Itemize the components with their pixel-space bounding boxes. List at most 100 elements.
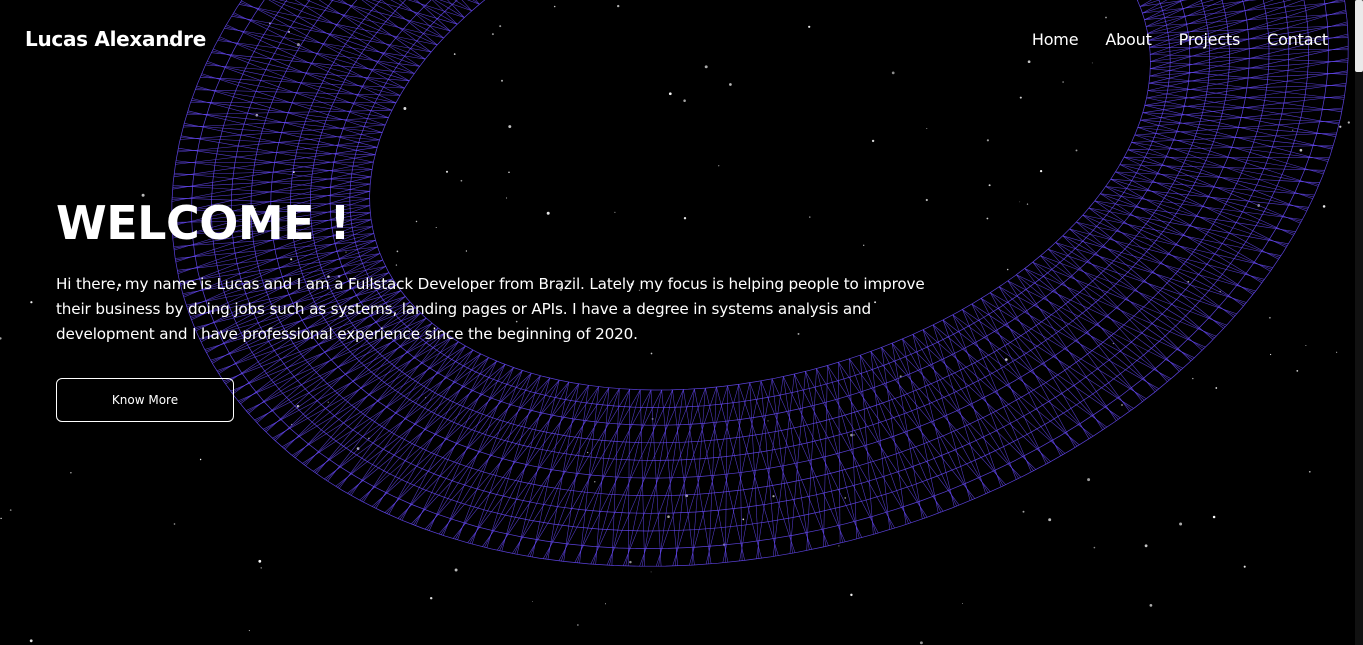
mesh-strand (1076, 221, 1214, 340)
mesh-strand (962, 309, 1032, 473)
star-dot (0, 517, 2, 520)
star-dot (1299, 148, 1303, 152)
star-dot (460, 179, 463, 182)
star-dot (9, 509, 12, 511)
mesh-strand (1124, 156, 1314, 198)
star-dot (1322, 205, 1326, 208)
mesh-strand (859, 355, 976, 499)
nav-projects-link[interactable]: Projects (1179, 30, 1241, 49)
star-dot (1268, 316, 1271, 319)
mesh-strand (794, 373, 879, 534)
star-dot (454, 568, 458, 572)
star-dot (594, 481, 596, 483)
mesh-strand (942, 319, 1049, 464)
hero-title: WELCOME ! (56, 196, 351, 250)
star-dot (742, 518, 745, 521)
nav-contact-link[interactable]: Contact (1267, 30, 1328, 49)
hero-description: Hi there, my name is Lucas and I am a Fu… (56, 275, 925, 343)
star-dot (1149, 604, 1153, 607)
star-dot (1336, 351, 1338, 353)
mesh-strand (1127, 149, 1301, 224)
mesh-strand (542, 389, 641, 559)
star-dot (1039, 169, 1043, 173)
star-dot (1308, 470, 1311, 473)
mesh-strand (727, 385, 779, 556)
know-more-button[interactable]: Know More (56, 378, 234, 422)
star-dot (1347, 121, 1350, 124)
star-dot (604, 603, 607, 605)
mesh-strand (672, 385, 728, 566)
mesh-strand (1100, 193, 1254, 295)
star-dot (767, 420, 769, 422)
star-dot (587, 451, 589, 454)
star-dot (248, 630, 250, 632)
mesh-strand (1094, 200, 1244, 307)
star-dot (1269, 353, 1272, 356)
mesh-strand (348, 353, 481, 495)
mesh-strand (1032, 261, 1182, 371)
star-dot (1292, 129, 1294, 131)
mesh-strand (902, 338, 1036, 470)
star-dot (532, 600, 534, 602)
star-dot (667, 515, 670, 518)
star-dot (258, 559, 262, 563)
mesh-strand (705, 388, 745, 561)
mesh-strand (772, 374, 795, 557)
mesh-strand (399, 367, 514, 520)
mesh-strand (545, 387, 610, 560)
mesh-strand (272, 337, 452, 439)
star-dot (260, 567, 262, 569)
mesh-strand (1094, 200, 1272, 270)
mesh-strand (411, 377, 550, 525)
mesh-strand (971, 303, 1092, 438)
mesh-strand (771, 378, 793, 554)
star-dot (838, 545, 840, 547)
star-dot (1048, 518, 1052, 522)
star-dot (1093, 546, 1096, 549)
star-dot (1243, 565, 1246, 568)
star-dot (0, 337, 2, 340)
mesh-strand (512, 388, 620, 554)
mesh-strand (932, 324, 986, 494)
nav-home-link[interactable]: Home (1032, 30, 1079, 49)
star-dot (650, 352, 653, 355)
star-dot (853, 434, 855, 436)
star-dot (1022, 510, 1025, 513)
mesh-strand (881, 347, 907, 525)
mesh-strand (350, 341, 459, 496)
mesh-strand (558, 389, 652, 561)
star-dot (1339, 125, 1342, 128)
mesh-strand (1016, 274, 1117, 421)
mesh-strand (694, 388, 729, 563)
mesh-strand (424, 380, 560, 530)
star-dot (501, 79, 503, 82)
mesh-strand (579, 386, 599, 564)
star-dot (1062, 81, 1064, 83)
scrollbar-thumb[interactable] (1355, 0, 1363, 72)
main-nav: Home About Projects Contact (1032, 30, 1328, 49)
nav-about-link[interactable]: About (1105, 30, 1152, 49)
star-dot (508, 125, 512, 129)
star-dot (961, 602, 963, 604)
mesh-strand (749, 382, 760, 559)
mesh-strand (1137, 127, 1319, 187)
star-dot (327, 401, 329, 403)
star-dot (683, 99, 686, 102)
mesh-strand (849, 358, 857, 539)
mesh-strand (756, 376, 784, 559)
star-dot (1019, 96, 1022, 99)
mesh-strand (1062, 235, 1256, 292)
star-dot (1087, 478, 1091, 482)
star-dot (1212, 515, 1216, 519)
brand-logo[interactable]: Lucas Alexandre (25, 27, 206, 51)
mesh-strand (1115, 171, 1320, 183)
mesh-strand (337, 349, 474, 488)
mesh-strand (990, 292, 1076, 448)
star-dot (729, 83, 732, 86)
mesh-strand (263, 332, 445, 430)
page-scrollbar[interactable] (1355, 0, 1363, 645)
star-dot (629, 560, 632, 564)
star-dot (772, 495, 775, 498)
mesh-strand (316, 327, 439, 474)
star-dot (1215, 387, 1218, 389)
